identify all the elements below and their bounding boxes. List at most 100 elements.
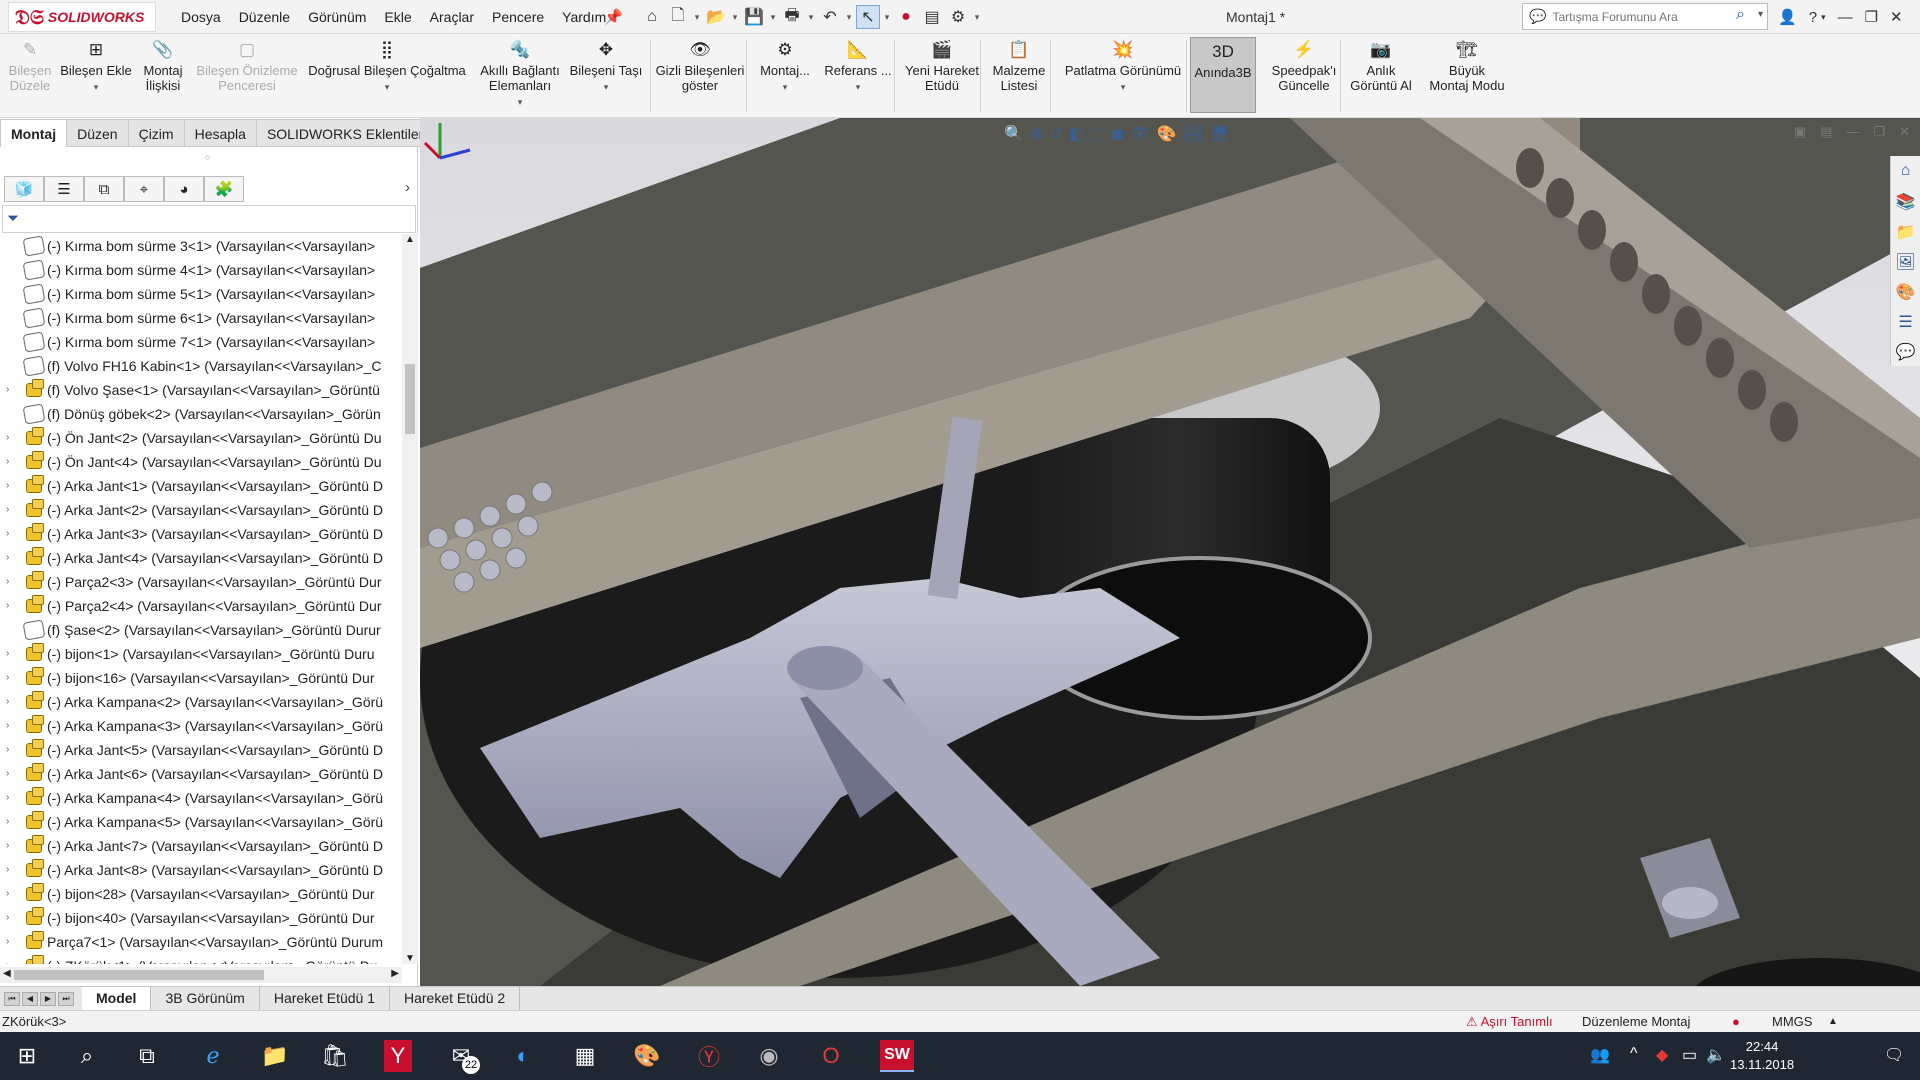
options-gear-icon[interactable]: ⚙ [946,5,970,29]
tab-3[interactable]: Hesapla [184,119,257,147]
expand-chevron-icon[interactable]: › [6,834,16,858]
system-clock[interactable]: 22:44 13.11.2018 [1730,1038,1794,1074]
tree-item[interactable]: › (-) Arka Kampana<3> (Varsayılan<<Varsay… [0,714,402,738]
view-palette-icon[interactable]: 🖼 [1895,252,1915,276]
expand-chevron-icon[interactable]: › [6,450,16,474]
select-cursor-icon[interactable]: ↖ [856,5,880,29]
graphics-area[interactable]: 🔍 ⊕ ↺ ◧ ⬚ ◼ 👁 🎨 🏞 🖥 ▣ ▤ — ❐ ✕ ⌂ 📚 📁 🖼 🎨 … [420,118,1920,986]
cmd-speedpak-button[interactable]: ⚡ Speedpak'ı Güncelle [1266,40,1342,93]
tab-0[interactable]: Montaj [0,119,68,147]
cmd-snapshot-button[interactable]: 📷 Anlık Görüntü Al [1346,40,1416,93]
rebuild-indicator-icon[interactable]: ● [1732,1011,1740,1032]
tree-vertical-scrollbar[interactable]: ▲ ▼ [402,234,418,964]
expand-chevron-icon[interactable]: › [6,906,16,930]
expand-chevron-icon[interactable]: › [6,378,16,402]
cmd-move-component-button[interactable]: ✥ Bileşeni Taşı ▾ [568,40,644,95]
app-blue-icon[interactable]: ◐ [506,1040,540,1072]
pin-icon[interactable]: 📌 [604,8,623,26]
appearances-icon[interactable]: 🎨 [1896,282,1916,306]
expand-chevron-icon[interactable]: › [6,930,16,954]
new-document-icon[interactable]: 🗋 [666,5,690,29]
print-icon[interactable]: 🖶 [780,5,804,29]
expand-chevron-icon[interactable]: › [6,786,16,810]
cmd-assembly-features-button[interactable]: ⚙ Montaj... ▾ [756,40,814,95]
expand-chevron-icon[interactable]: › [6,858,16,882]
paint-icon[interactable]: 🎨 [630,1040,664,1072]
section-view-icon[interactable]: ◧ [1069,124,1084,144]
expand-chevron-icon[interactable]: › [6,498,16,522]
minimize-icon[interactable]: — [1838,9,1853,26]
save-icon[interactable]: 💾 [742,5,766,29]
expand-chevron-icon[interactable]: › [6,714,16,738]
tree-item[interactable]: › (-) Arka Jant<1> (Varsayılan<<Varsayıla… [0,474,402,498]
file-explorer-taskbar-icon[interactable]: 📁 [258,1040,292,1072]
expand-chevron-icon[interactable]: › [6,690,16,714]
cmd-reference-geometry-button[interactable]: 📐 Referans ... ▾ [818,40,898,95]
tree-item[interactable]: › (-) Arka Jant<8> (Varsayılan<<Varsayıla… [0,858,402,882]
tree-item[interactable]: (-) Kırma bom sürme 6<1> (Varsayılan<<Va… [0,306,402,330]
cmd-bom-button[interactable]: 📋 Malzeme Listesi [986,40,1052,93]
expand-chevron-icon[interactable]: › [6,570,16,594]
undo-dropdown-icon[interactable]: ▾ [844,12,854,23]
bottom-tab-0[interactable]: Model [82,987,152,1010]
expand-chevron-icon[interactable]: › [6,810,16,834]
units-dropdown-icon[interactable]: ▲ [1828,1011,1838,1032]
close-icon[interactable]: ✕ [1890,8,1903,26]
cmd-motion-study-button[interactable]: 🎬 Yeni Hareket Etüdü [900,40,984,93]
tab-2[interactable]: Çizim [128,119,185,147]
solidworks-logo[interactable]: 𝔇𝔖 SOLIDWORKS [8,2,156,32]
tab-4[interactable]: SOLIDWORKS Eklentileri [256,119,438,147]
scroll-right-icon[interactable]: ▶ [391,968,399,979]
cam-tab-icon[interactable]: 🧩 [204,176,244,202]
cmd-edit-component-button[interactable]: ✎ Bileşen Düzele [4,40,56,93]
unit-system[interactable]: MMGS [1772,1011,1812,1032]
menu-1[interactable]: Düzenle [230,9,299,25]
dropdown-arrow-icon[interactable]: ▾ [470,95,570,110]
tree-item[interactable]: › (-) Arka Jant<6> (Varsayılan<<Varsayıla… [0,762,402,786]
disc-app-icon[interactable]: ◉ [752,1040,786,1072]
cmd-mate-button[interactable]: 📎 Montaj İlişkisi [140,40,186,93]
tree-item[interactable]: › (-) Arka Kampana<5> (Varsayılan<<Varsay… [0,810,402,834]
print-dropdown-icon[interactable]: ▾ [806,12,816,23]
design-library-icon[interactable]: 📚 [1896,192,1916,216]
tree-item[interactable]: › (-) Ön Jant<4> (Varsayılan<<Varsayılan>… [0,450,402,474]
menu-2[interactable]: Görünüm [299,9,375,25]
tree-item[interactable]: (-) Kırma bom sürme 3<1> (Varsayılan<<Va… [0,234,402,258]
over-defined-status[interactable]: ⚠ Aşırı Tanımlı [1466,1011,1553,1032]
expand-chevron-icon[interactable]: › [6,642,16,666]
zoom-to-fit-icon[interactable]: 🔍 [1004,124,1024,144]
store-icon[interactable]: 🛍 [318,1040,352,1072]
cmd-show-hidden-button[interactable]: 👁 Gizli Bileşenleri göster [650,40,750,93]
hide-show-icon[interactable]: 👁 [1130,124,1150,144]
forum-icon[interactable]: 💬 [1896,342,1916,366]
tree-item[interactable]: › (-) bijon<1> (Varsayılan<<Varsayılan>_G… [0,642,402,666]
dropdown-arrow-icon[interactable]: ▾ [1056,80,1190,95]
dropdown-arrow-icon[interactable]: ▾ [304,80,470,95]
traffic-light-icon[interactable]: ● [894,5,918,29]
model-view[interactable] [420,118,1920,986]
prev-tab-icon[interactable]: ◀ [22,991,38,1006]
expand-chevron-icon[interactable]: › [6,594,16,618]
bottom-tab-2[interactable]: Hareket Etüdü 1 [259,987,390,1010]
previous-view-icon[interactable]: ↺ [1049,124,1062,144]
tree-item[interactable]: › (-) Arka Kampana<2> (Varsayılan<<Varsay… [0,690,402,714]
search-dropdown-icon[interactable]: ▾ [1758,9,1763,20]
expand-chevron-icon[interactable]: › [6,738,16,762]
antivirus-icon[interactable]: ◆ [1656,1045,1668,1065]
display-style-icon[interactable]: ◼ [1111,124,1124,144]
undo-icon[interactable]: ↶ [818,5,842,29]
custom-properties-icon[interactable]: ☰ [1898,312,1912,336]
dropdown-arrow-icon[interactable]: ▾ [568,80,644,95]
calculator-icon[interactable]: ▦ [568,1040,602,1072]
dropdown-arrow-icon[interactable]: ▾ [818,80,898,95]
open-icon[interactable]: 📂 [704,5,728,29]
edge-browser-icon[interactable]: ℯ [196,1040,230,1072]
expand-chevron-icon[interactable]: › [6,426,16,450]
tree-item[interactable]: › (-) Arka Jant<4> (Varsayılan<<Varsayıla… [0,546,402,570]
solidworks-taskbar-icon[interactable]: SW [880,1040,914,1072]
cmd-preview-window-button[interactable]: ▢ Bileşen Önizleme Penceresi [192,40,302,93]
zoom-area-icon[interactable]: ⊕ [1030,124,1043,144]
select-dropdown-icon[interactable]: ▾ [882,12,892,23]
tree-item[interactable]: (f) Dönüş göbek<2> (Varsayılan<<Varsayıl… [0,402,402,426]
expand-chevron-icon[interactable]: › [6,882,16,906]
